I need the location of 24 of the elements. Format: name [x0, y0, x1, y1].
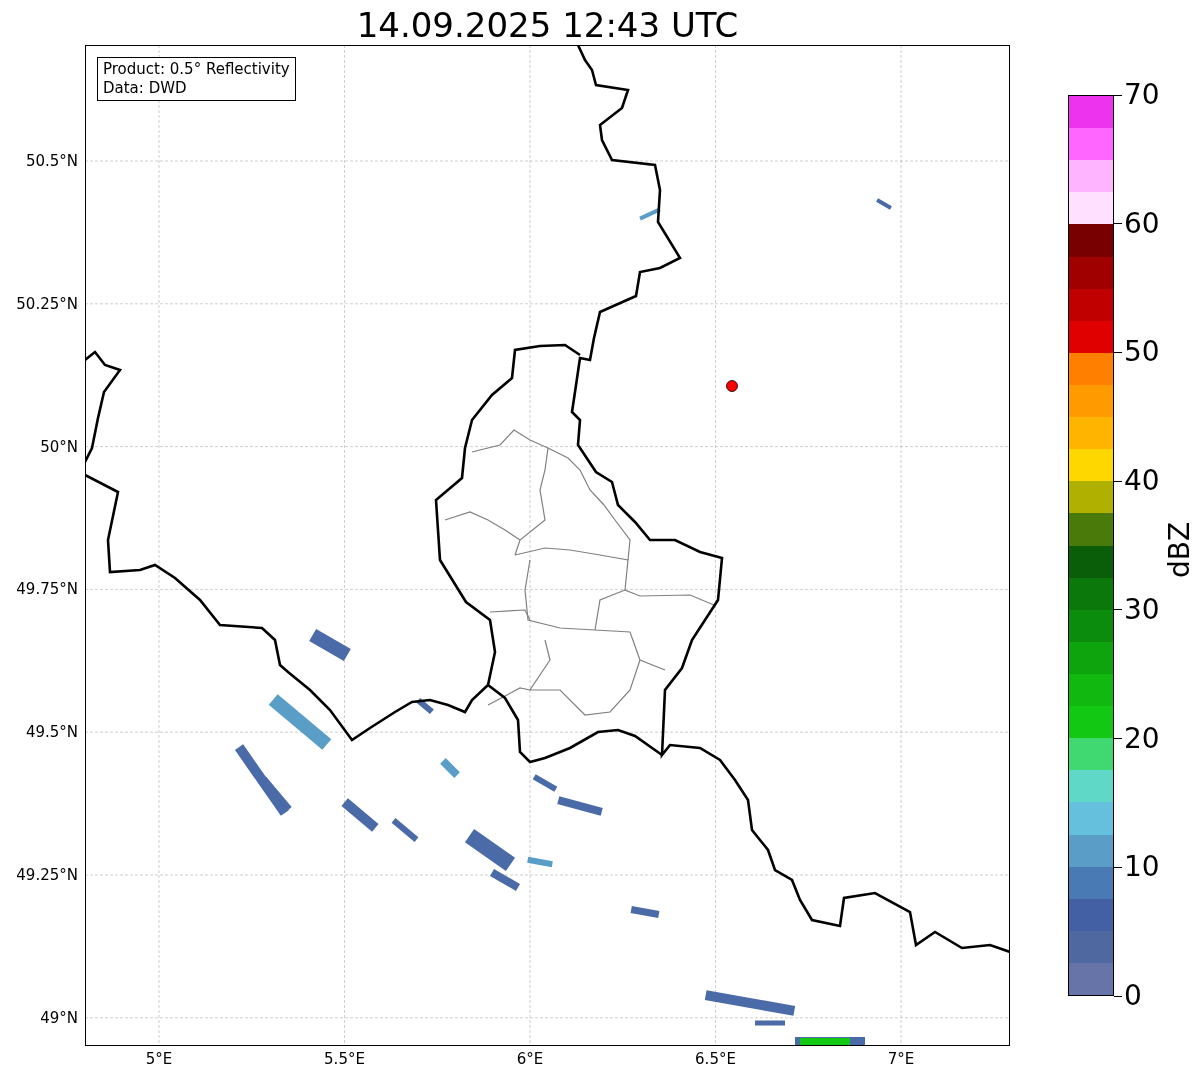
- latitude-label: 50.25°N: [16, 294, 78, 313]
- latitude-label: 49°N: [40, 1008, 78, 1027]
- colorbar-tick-label: 50: [1114, 335, 1160, 370]
- colorbar-tick-label: 30: [1114, 592, 1160, 627]
- latitude-label: 49.25°N: [16, 866, 78, 884]
- colorbar-tick-label: 40: [1114, 464, 1160, 499]
- longitude-label: 5.5°E: [323, 1050, 366, 1068]
- colorbar-tick-label: 70: [1114, 78, 1160, 112]
- colorbar-tick-label: 10: [1114, 850, 1160, 885]
- info-text: Product: 0.5° Reflectivity: [103, 60, 290, 79]
- colorbar-tick-label: 0: [1114, 979, 1142, 1013]
- colorbar-label: dBZ: [1163, 521, 1197, 579]
- colorbar-tick-label: 60: [1114, 206, 1160, 241]
- longitude-label: 5°E: [144, 1050, 174, 1068]
- latitude-label: 50°N: [40, 437, 78, 456]
- latitude-label: 49.75°N: [16, 580, 78, 599]
- latitude-label: 50.5°N: [25, 152, 78, 170]
- longitude-label: 6.5°E: [694, 1050, 737, 1068]
- info-text: Data: DWD: [103, 79, 188, 98]
- longitude-label: 7°E: [886, 1050, 916, 1068]
- latitude-label: 49.5°N: [25, 723, 78, 742]
- colorbar-tick-label: 20: [1114, 721, 1160, 756]
- longitude-label: 6°E: [515, 1050, 545, 1068]
- chart-title: 14.09.2025 12:43 UTC: [355, 4, 740, 47]
